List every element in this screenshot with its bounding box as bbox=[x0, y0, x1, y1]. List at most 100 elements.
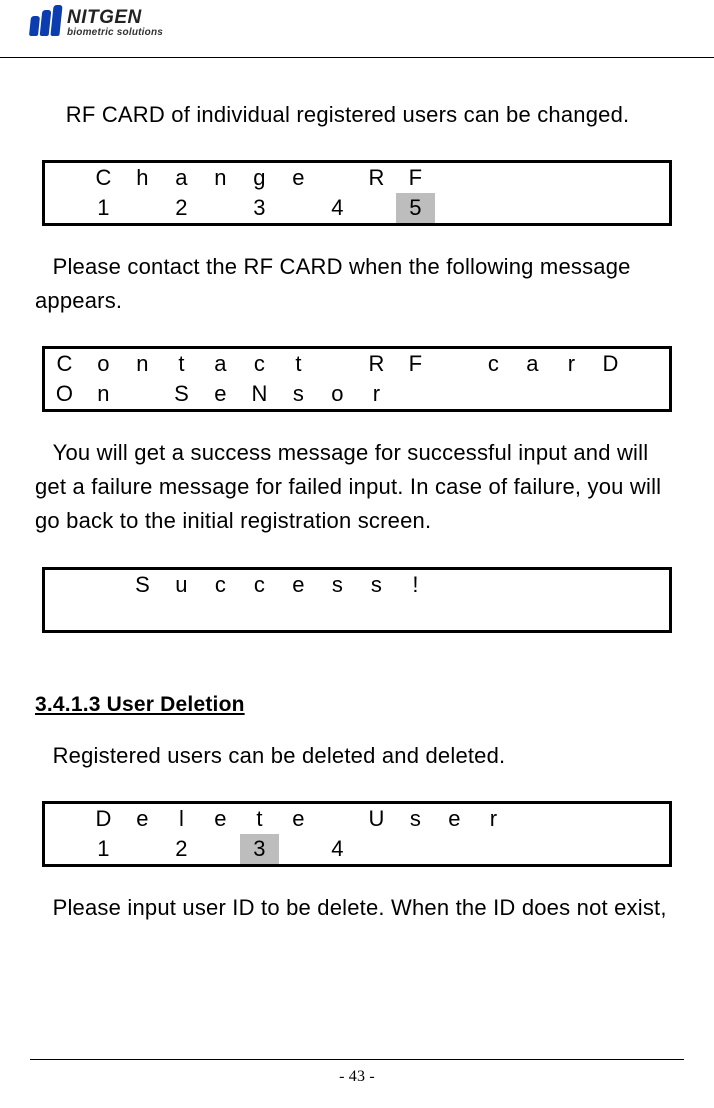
lcd-cell bbox=[474, 193, 513, 223]
lcd-cell: 3 bbox=[240, 193, 279, 223]
lcd-cell bbox=[318, 349, 357, 379]
lcd-cell bbox=[318, 163, 357, 193]
lcd-cell bbox=[201, 193, 240, 223]
lcd-cell: N bbox=[240, 379, 279, 409]
logo-text: NITGEN biometric solutions bbox=[67, 6, 163, 38]
lcd-cell: 1 bbox=[84, 834, 123, 864]
lcd-cell: g bbox=[240, 163, 279, 193]
lcd-cell bbox=[591, 163, 630, 193]
lcd-cell: R bbox=[357, 163, 396, 193]
lcd-cell bbox=[630, 379, 669, 409]
lcd-cell bbox=[123, 600, 162, 630]
lcd-cell bbox=[123, 834, 162, 864]
lcd-cell: c bbox=[240, 349, 279, 379]
lcd-cell bbox=[513, 570, 552, 600]
lcd-cell: r bbox=[552, 349, 591, 379]
footer-rule bbox=[30, 1059, 684, 1060]
paragraph-1: RF CARD of individual registered users c… bbox=[35, 98, 679, 132]
lcd-cell: 1 bbox=[84, 193, 123, 223]
lcd-cell: U bbox=[357, 804, 396, 834]
lcd-cell bbox=[435, 834, 474, 864]
lcd-cell bbox=[45, 834, 84, 864]
lcd-cell: o bbox=[84, 349, 123, 379]
lcd-cell bbox=[279, 600, 318, 630]
lcd-cell bbox=[123, 193, 162, 223]
lcd-cell: e bbox=[279, 570, 318, 600]
lcd-cell: c bbox=[201, 570, 240, 600]
lcd-cell: S bbox=[123, 570, 162, 600]
lcd-cell bbox=[513, 600, 552, 630]
lcd-cell: O bbox=[45, 379, 84, 409]
lcd-cell bbox=[45, 804, 84, 834]
lcd-cell: t bbox=[240, 804, 279, 834]
lcd-cell bbox=[630, 349, 669, 379]
lcd-cell: 4 bbox=[318, 193, 357, 223]
lcd-cell: 3 bbox=[240, 834, 279, 864]
lcd-cell bbox=[357, 834, 396, 864]
lcd-cell: 4 bbox=[318, 834, 357, 864]
lcd-cell: n bbox=[84, 379, 123, 409]
lcd-cell: o bbox=[318, 379, 357, 409]
lcd-cell: s bbox=[279, 379, 318, 409]
lcd-cell bbox=[84, 600, 123, 630]
document-page: NITGEN biometric solutions RF CARD of in… bbox=[0, 0, 714, 1108]
lcd-cell bbox=[474, 600, 513, 630]
lcd-cell: r bbox=[357, 379, 396, 409]
lcd-cell bbox=[474, 834, 513, 864]
lcd-cell bbox=[591, 834, 630, 864]
lcd-cell bbox=[630, 834, 669, 864]
lcd-cell bbox=[513, 193, 552, 223]
lcd-cell bbox=[201, 600, 240, 630]
lcd-cell bbox=[591, 570, 630, 600]
lcd-cell bbox=[201, 834, 240, 864]
lcd-cell: e bbox=[201, 804, 240, 834]
lcd-cell bbox=[474, 570, 513, 600]
lcd-cell: ! bbox=[396, 570, 435, 600]
lcd-cell: S bbox=[162, 379, 201, 409]
lcd-cell: u bbox=[162, 570, 201, 600]
lcd-cell: t bbox=[162, 349, 201, 379]
lcd-cell bbox=[123, 379, 162, 409]
lcd-cell bbox=[513, 379, 552, 409]
lcd-cell bbox=[396, 834, 435, 864]
lcd-cell bbox=[474, 163, 513, 193]
lcd-cell: r bbox=[474, 804, 513, 834]
lcd-cell: s bbox=[357, 570, 396, 600]
lcd-cell bbox=[630, 804, 669, 834]
lcd-cell bbox=[396, 600, 435, 630]
lcd-cell bbox=[474, 379, 513, 409]
lcd-cell bbox=[279, 834, 318, 864]
page-footer: - 43 - bbox=[0, 1059, 714, 1086]
paragraph-2: Please contact the RF CARD when the foll… bbox=[35, 250, 679, 318]
lcd-cell: a bbox=[162, 163, 201, 193]
page-header: NITGEN biometric solutions bbox=[0, 0, 714, 58]
lcd-cell bbox=[45, 570, 84, 600]
lcd-cell bbox=[630, 600, 669, 630]
lcd-cell: 2 bbox=[162, 834, 201, 864]
lcd-cell bbox=[357, 600, 396, 630]
logo-subtitle: biometric solutions bbox=[67, 28, 163, 38]
lcd-cell bbox=[357, 193, 396, 223]
lcd-cell bbox=[552, 834, 591, 864]
lcd-cell bbox=[162, 600, 201, 630]
lcd-cell bbox=[240, 600, 279, 630]
lcd-cell: C bbox=[84, 163, 123, 193]
page-number: - 43 - bbox=[339, 1068, 375, 1085]
lcd-cell: e bbox=[279, 804, 318, 834]
lcd-cell bbox=[45, 163, 84, 193]
lcd-cell bbox=[318, 804, 357, 834]
lcd-cell bbox=[591, 804, 630, 834]
lcd-cell: t bbox=[279, 349, 318, 379]
lcd-display-change-rf: Change RF 1 2 3 4 5 bbox=[42, 160, 672, 226]
lcd-cell: e bbox=[279, 163, 318, 193]
logo: NITGEN biometric solutions bbox=[30, 6, 163, 38]
lcd-cell bbox=[591, 600, 630, 630]
lcd-cell bbox=[435, 570, 474, 600]
lcd-cell: s bbox=[396, 804, 435, 834]
lcd-cell: h bbox=[123, 163, 162, 193]
lcd-cell bbox=[84, 570, 123, 600]
lcd-cell bbox=[552, 163, 591, 193]
lcd-cell bbox=[591, 193, 630, 223]
lcd-display-delete-user: Delete User 1 2 3 4 bbox=[42, 801, 672, 867]
lcd-cell: l bbox=[162, 804, 201, 834]
